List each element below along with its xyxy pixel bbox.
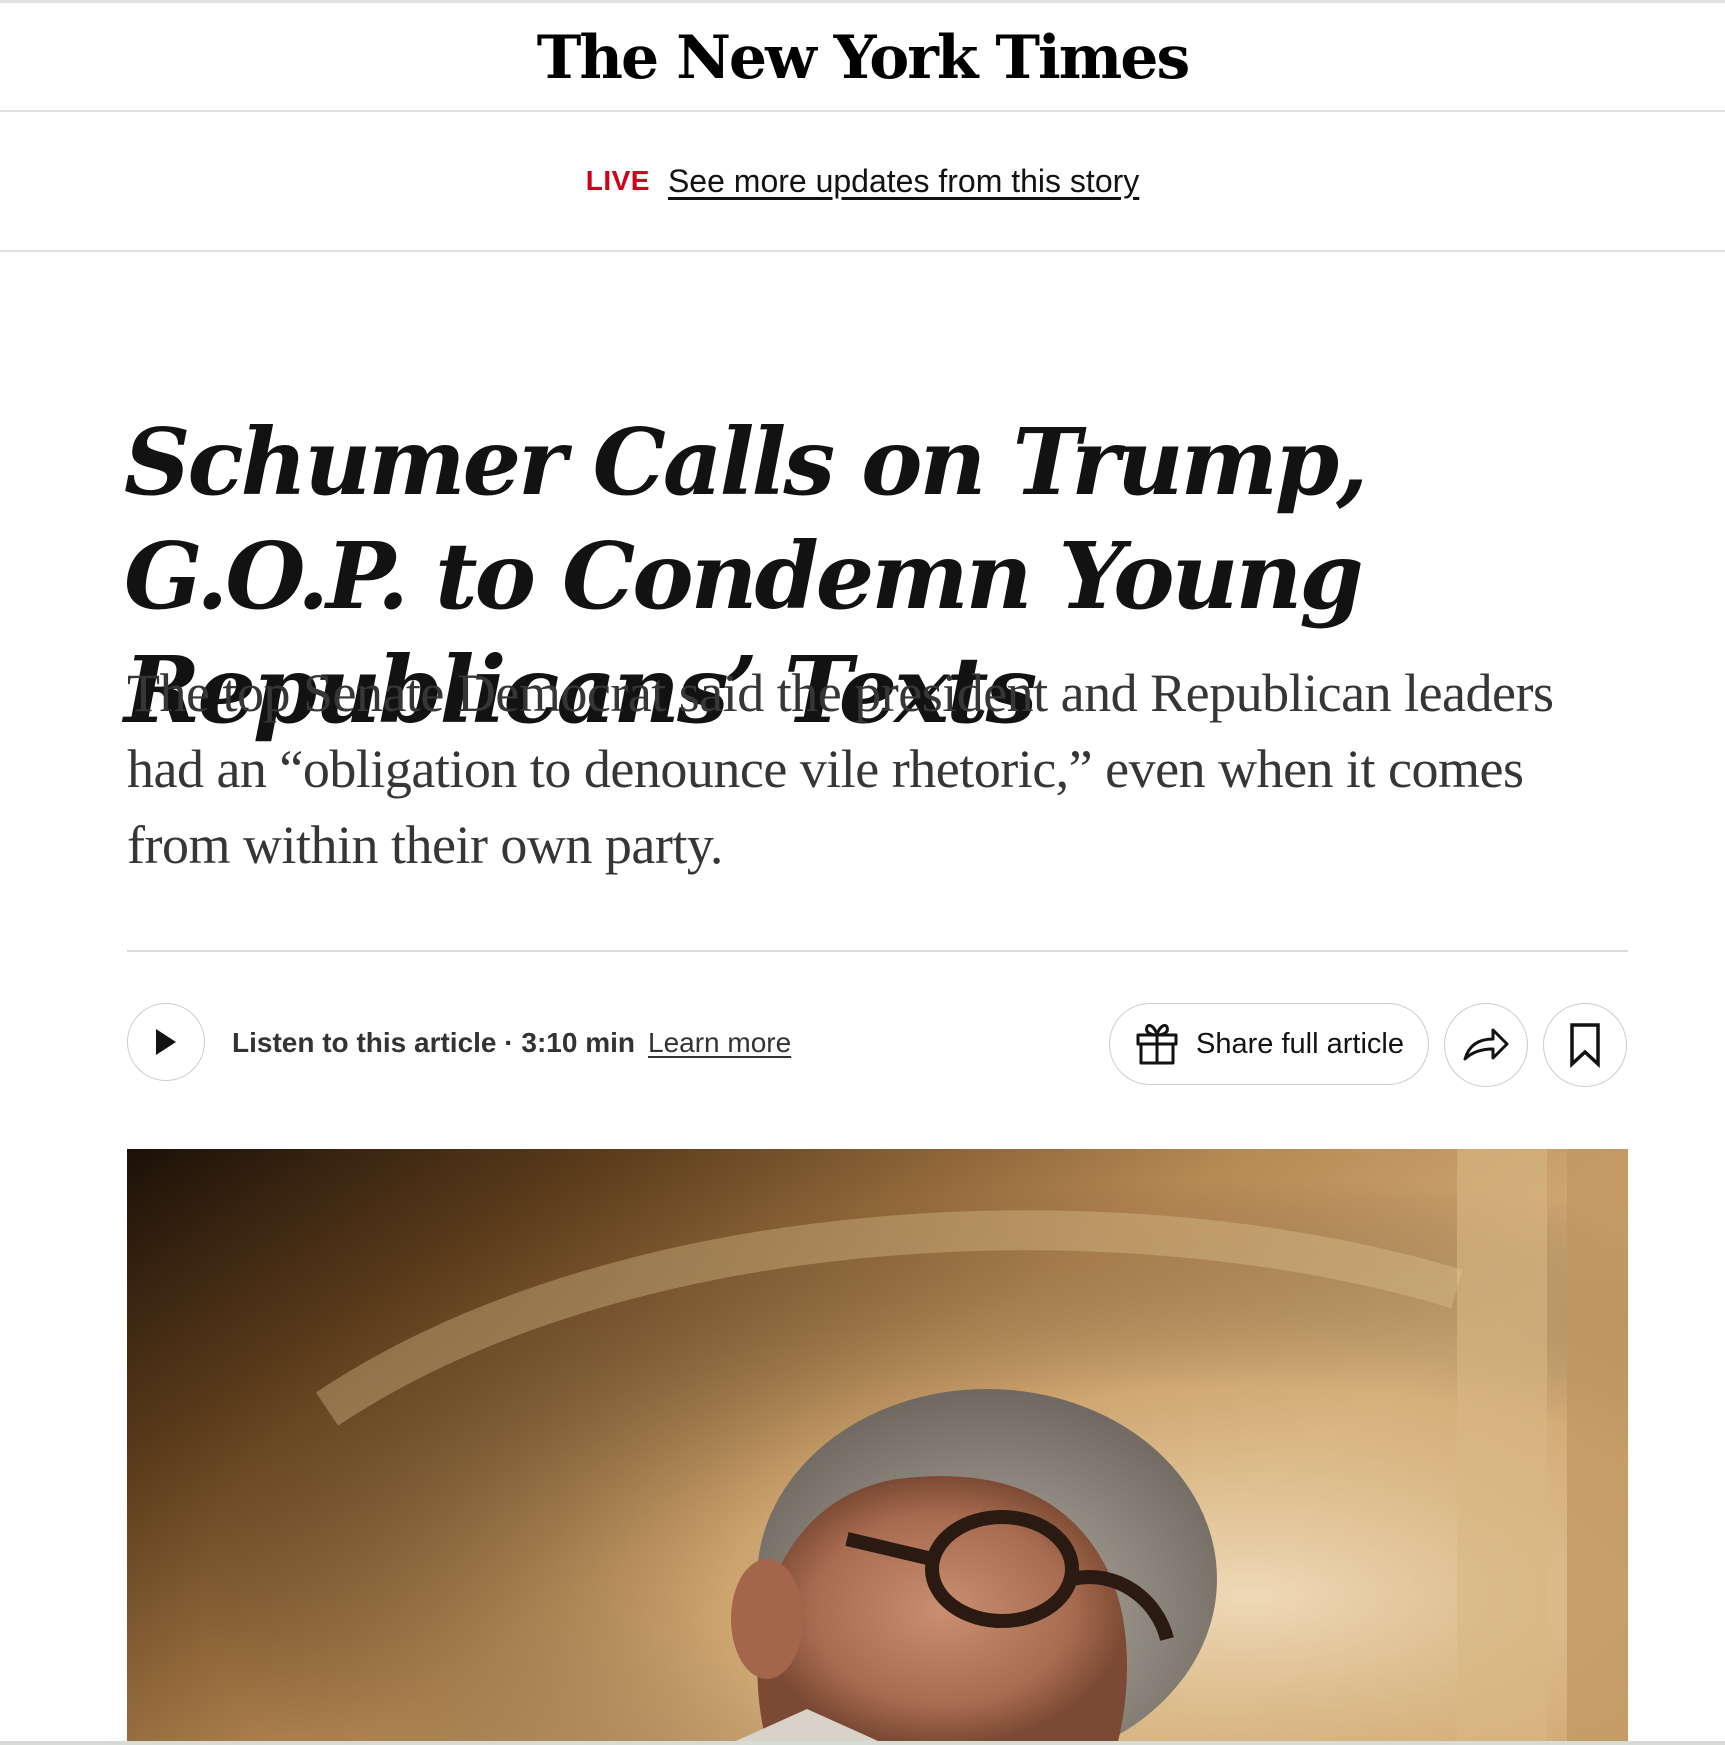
- article-lead-photo: [127, 1149, 1628, 1745]
- live-updates-bar: LIVE See more updates from this story: [0, 112, 1725, 252]
- bookmark-icon: [1570, 1023, 1600, 1068]
- live-updates-link[interactable]: See more updates from this story: [668, 163, 1139, 200]
- gift-icon: [1136, 1023, 1178, 1065]
- share-button[interactable]: [1444, 1003, 1528, 1087]
- article-summary: The top Senate Democrat said the preside…: [127, 663, 1554, 875]
- nyt-logo[interactable]: The New York Times: [537, 28, 1190, 88]
- save-bookmark-button[interactable]: [1543, 1003, 1627, 1087]
- listen-duration-text: Listen to this article · 3:10 min: [232, 1027, 635, 1058]
- live-label: LIVE: [585, 165, 650, 196]
- share-full-article-label: Share full article: [1196, 1027, 1404, 1060]
- divider: [127, 950, 1628, 952]
- learn-more-link[interactable]: Learn more: [648, 1025, 791, 1061]
- masthead: The New York Times: [0, 3, 1725, 112]
- share-full-article-button[interactable]: Share full article: [1109, 1003, 1429, 1085]
- window-bottom-edge: [0, 1741, 1725, 1745]
- share-arrow-icon: [1463, 1028, 1509, 1061]
- play-icon: [156, 1029, 176, 1055]
- play-audio-button[interactable]: [127, 1003, 205, 1081]
